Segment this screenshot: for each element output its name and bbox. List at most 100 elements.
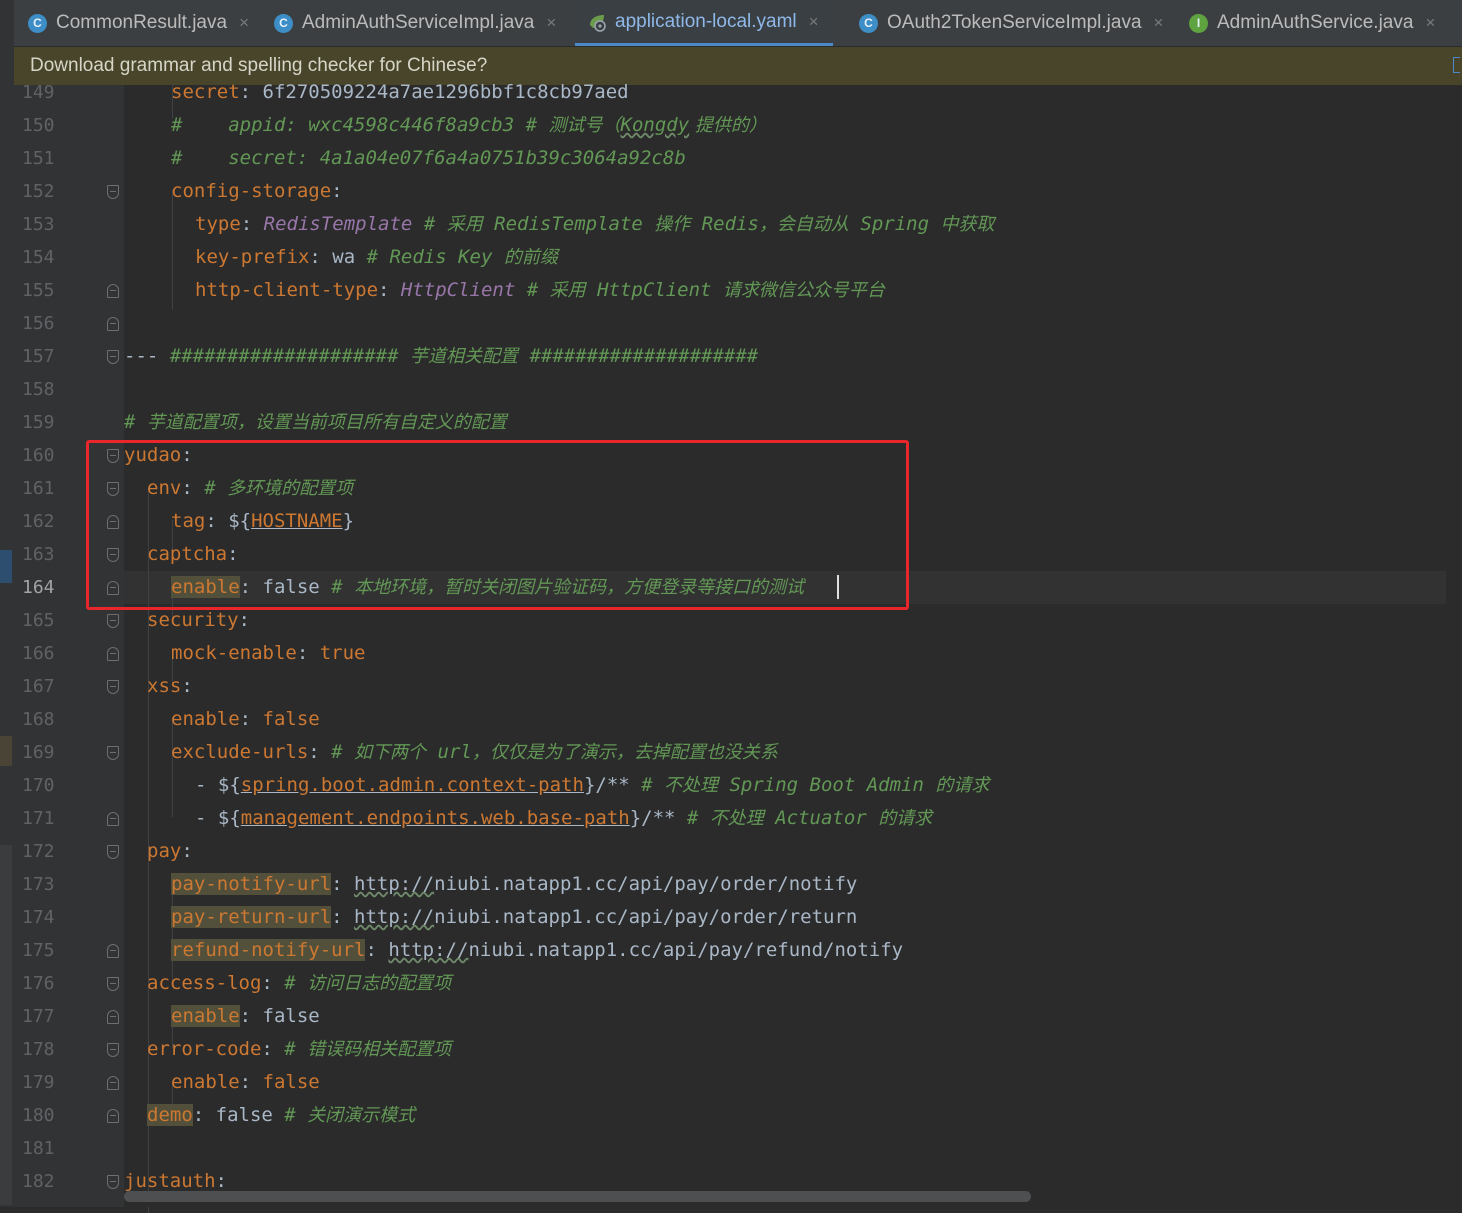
fold-marker-icon[interactable]: [107, 614, 119, 628]
class-c-icon: C: [859, 13, 878, 33]
fold-marker-icon[interactable]: [107, 185, 119, 199]
code-line-153: type: RedisTemplate # 采用 RedisTemplate 操…: [195, 213, 995, 235]
code-line-177: enable: false: [171, 1005, 320, 1027]
fold-marker-icon[interactable]: [107, 680, 119, 694]
comment: Kongdy: [620, 114, 690, 136]
notification-action-icon[interactable]: [1453, 57, 1460, 73]
path-suffix: }/**: [583, 774, 630, 796]
line-number: 172: [22, 841, 55, 862]
url-value: niubi.natapp1.cc/api/pay/order/return: [434, 906, 858, 928]
fold-marker-icon[interactable]: [107, 284, 119, 298]
comment: 中获取: [940, 214, 995, 235]
url-link[interactable]: http://: [354, 906, 434, 928]
interface-i-icon: I: [1189, 13, 1208, 33]
comment: #: [319, 741, 355, 763]
comment: 错误码相关配置项: [307, 1039, 452, 1060]
comment: 芋道相关配置: [410, 346, 518, 367]
fold-marker-icon[interactable]: [107, 812, 119, 826]
code-editor[interactable]: secret: 6f270509224a7ae1296bbf1c8cb97aed…: [124, 81, 1446, 1213]
tab-commonresult[interactable]: C CommonResult.java ×: [28, 0, 249, 46]
tab-oauth2tokenserviceimpl[interactable]: C OAuth2TokenServiceImpl.java ×: [859, 0, 1163, 46]
yaml-key: security: [147, 609, 239, 631]
tab-application-local-yaml[interactable]: application-local.yaml ×: [575, 0, 833, 46]
code-line-170: - ${spring.boot.admin.context-path}/** #…: [195, 769, 989, 802]
yaml-key: type: [195, 213, 241, 235]
comment: ####################: [518, 345, 759, 367]
comment: #: [272, 1104, 308, 1126]
yaml-key: key-prefix: [195, 246, 310, 268]
fold-marker-icon[interactable]: [107, 845, 119, 859]
yaml-value: false: [262, 1071, 320, 1093]
close-icon[interactable]: ×: [239, 13, 249, 33]
fold-marker-icon[interactable]: [107, 977, 119, 991]
code-line-179: enable: false: [171, 1071, 320, 1093]
horizontal-scrollbar[interactable]: [124, 1191, 1446, 1207]
horizontal-scrollbar-thumb[interactable]: [124, 1191, 1031, 1202]
yaml-key: secret: [171, 81, 240, 103]
comment: url: [426, 741, 472, 763]
fold-marker-icon[interactable]: [107, 1076, 119, 1090]
notification-text: Download grammar and spelling checker fo…: [30, 55, 488, 76]
line-number: 173: [22, 874, 55, 895]
fold-marker-icon[interactable]: [107, 350, 119, 364]
yaml-key: config-storage: [171, 180, 332, 202]
line-number: 167: [22, 676, 55, 697]
yaml-key: pay-return-url: [171, 906, 332, 928]
path-suffix: }/**: [629, 807, 676, 829]
line-number: 161: [22, 478, 55, 499]
comment: #: [675, 807, 710, 829]
comment: 提供的）: [689, 115, 767, 136]
close-icon[interactable]: ×: [809, 12, 819, 32]
vertical-scrollbar[interactable]: [1448, 85, 1462, 1191]
close-icon[interactable]: ×: [1425, 13, 1435, 33]
line-number: 166: [22, 643, 55, 664]
code-line-155: http-client-type: HttpClient # 采用 HttpCl…: [195, 279, 885, 301]
fold-marker-icon[interactable]: [107, 1010, 119, 1024]
url-link[interactable]: http://: [354, 873, 434, 895]
line-number: 180: [22, 1105, 55, 1126]
comment: 操作: [654, 214, 691, 235]
fold-marker-icon[interactable]: [107, 944, 119, 958]
line-number: 151: [22, 148, 55, 169]
tab-adminauthservice[interactable]: I AdminAuthService.java ×: [1189, 0, 1435, 46]
strip-marker: [0, 736, 12, 766]
fold-marker-icon[interactable]: [107, 647, 119, 661]
fold-marker-icon[interactable]: [107, 1043, 119, 1057]
fold-marker-icon[interactable]: [107, 1175, 119, 1189]
comment: 不处理: [664, 775, 719, 796]
line-number: 169: [22, 742, 55, 763]
fold-marker-icon[interactable]: [107, 746, 119, 760]
yaml-key: enable: [171, 708, 240, 730]
url-link[interactable]: http://: [388, 939, 468, 961]
comment: ，会自动从: [758, 214, 849, 235]
line-number: 152: [22, 181, 55, 202]
comment: 关闭演示模式: [307, 1105, 416, 1126]
comment: RedisTemplate: [482, 213, 655, 235]
line-number: 179: [22, 1072, 55, 1093]
code-line-173: pay-notify-url: http://niubi.natapp1.cc/…: [171, 873, 858, 895]
close-icon[interactable]: ×: [1154, 13, 1164, 33]
comment: #: [124, 411, 147, 433]
code-line-172: pay:: [147, 840, 193, 862]
placeholder-variable[interactable]: management.endpoints.web.base-path: [241, 807, 630, 829]
tab-adminauthserviceimpl[interactable]: C AdminAuthServiceImpl.java ×: [274, 0, 556, 46]
tab-label: CommonResult.java: [56, 12, 228, 33]
code-line-167: xss:: [147, 675, 193, 697]
comment: HttpClient: [585, 279, 723, 301]
line-number: 159: [22, 412, 55, 433]
comment: Spring Boot Admin: [718, 774, 936, 796]
strip-marker: [0, 550, 12, 583]
close-icon[interactable]: ×: [546, 13, 556, 33]
line-number: 177: [22, 1006, 55, 1027]
fold-marker-icon[interactable]: [107, 317, 119, 331]
fold-marker-icon[interactable]: [107, 1109, 119, 1123]
class-c-icon: C: [28, 13, 47, 33]
placeholder-variable[interactable]: spring.boot.admin.context-path: [241, 774, 584, 796]
yaml-key: enable: [171, 1005, 240, 1027]
code-line-178: error-code: # 错误码相关配置项: [147, 1038, 452, 1060]
yaml-value: false: [215, 1104, 273, 1126]
line-number: 162: [22, 511, 55, 532]
line-number: 165: [22, 610, 55, 631]
line-number: 155: [22, 280, 55, 301]
yaml-key: mock-enable: [171, 642, 297, 664]
